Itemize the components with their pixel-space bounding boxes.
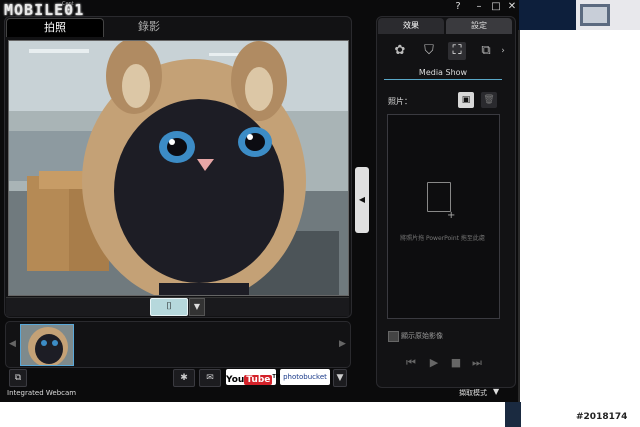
email-button[interactable]: ✉ bbox=[199, 369, 221, 387]
capture-button[interactable]: ⌷ bbox=[150, 298, 188, 316]
window-border bbox=[518, 30, 520, 402]
add-icon: + bbox=[447, 210, 456, 221]
camera-icon: ⌷ bbox=[166, 301, 172, 312]
youtube-upload-button[interactable]: You Tube TM bbox=[226, 369, 281, 385]
image-icon: ▣ bbox=[461, 95, 471, 105]
multi-view-button[interactable]: ⧉ bbox=[9, 369, 27, 387]
chevron-down-icon: ▼ bbox=[193, 302, 201, 311]
delete-photo-button[interactable]: 🗑 bbox=[481, 92, 497, 108]
chevron-left-icon: ◀ bbox=[358, 195, 366, 204]
capture-dropdown[interactable]: ▼ bbox=[189, 298, 205, 316]
effects-button[interactable]: ✱ bbox=[173, 369, 195, 387]
shield-icon[interactable]: ⛉ bbox=[420, 42, 438, 60]
chevron-right-icon[interactable]: › bbox=[498, 42, 508, 60]
play-icon[interactable]: ▶ bbox=[426, 356, 442, 369]
scroll-left-icon[interactable]: ◀ bbox=[9, 339, 16, 349]
webcam-preview bbox=[8, 40, 349, 296]
webcam-app-window: MOBILE01 Cent ? – □ ✕ 拍照 錄影 ⌷ ▼ ◀ ▶ ⧉ ✱ … bbox=[0, 0, 519, 402]
tab-photo[interactable]: 拍照 bbox=[6, 18, 104, 37]
panel-toggle-button[interactable]: ◀ bbox=[355, 167, 369, 233]
copy-icon: ⧉ bbox=[14, 373, 22, 383]
chevron-down-icon: ▼ bbox=[336, 373, 344, 383]
mail-icon: ✉ bbox=[206, 373, 214, 383]
show-original-label: 顯示原始影像 bbox=[401, 332, 443, 340]
tab-video[interactable]: 錄影 bbox=[104, 18, 194, 36]
section-title: Media Show bbox=[418, 68, 468, 77]
next-icon[interactable]: ⏭ bbox=[469, 356, 485, 370]
capture-mode-dropdown[interactable]: ▼ bbox=[493, 387, 499, 396]
brand-suffix: Cent bbox=[62, 1, 74, 7]
thumbnail-image bbox=[21, 325, 73, 365]
close-button[interactable]: ✕ bbox=[505, 1, 519, 12]
trash-icon: 🗑 bbox=[483, 95, 495, 105]
help-button[interactable]: ? bbox=[451, 1, 465, 12]
background-window-graphic bbox=[576, 0, 640, 30]
youtube-you-text: You bbox=[226, 375, 245, 385]
capture-mode-label: 擷取模式 bbox=[459, 389, 487, 397]
presentation-icon[interactable]: ⛶ bbox=[448, 42, 466, 60]
minimize-button[interactable]: – bbox=[472, 1, 486, 12]
show-original-checkbox[interactable] bbox=[388, 331, 399, 342]
copy-icon[interactable]: ⧉ bbox=[477, 42, 495, 60]
add-photo-button[interactable]: ▣ bbox=[458, 92, 474, 108]
palette-icon[interactable]: ✿ bbox=[391, 42, 409, 60]
taskbar-fragment bbox=[505, 402, 521, 427]
dropzone-hint: 將照片拖 PowerPoint 拖至此處 bbox=[400, 235, 485, 242]
captured-thumbnail[interactable] bbox=[20, 324, 74, 366]
photobucket-upload-button[interactable]: photobucket bbox=[280, 369, 330, 385]
palette-icon: ✱ bbox=[180, 373, 188, 383]
webcam-preview-image bbox=[9, 41, 348, 295]
tab-settings[interactable]: 設定 bbox=[446, 18, 512, 34]
background-window bbox=[576, 0, 640, 30]
device-status: Integrated Webcam bbox=[7, 389, 77, 397]
youtube-tube-text: Tube bbox=[244, 375, 273, 385]
photo-label: 照片： bbox=[388, 97, 412, 106]
previous-icon[interactable]: ⏮ bbox=[403, 356, 419, 370]
photo-dropzone[interactable] bbox=[387, 114, 500, 319]
document-icon bbox=[427, 182, 451, 212]
scroll-right-icon[interactable]: ▶ bbox=[339, 339, 346, 349]
watermark: #2018174 bbox=[576, 412, 628, 422]
maximize-button[interactable]: □ bbox=[489, 1, 503, 12]
stop-icon[interactable]: ■ bbox=[448, 356, 464, 369]
section-divider bbox=[384, 79, 502, 80]
share-dropdown[interactable]: ▼ bbox=[333, 369, 347, 387]
tab-effects[interactable]: 效果 bbox=[378, 18, 444, 34]
